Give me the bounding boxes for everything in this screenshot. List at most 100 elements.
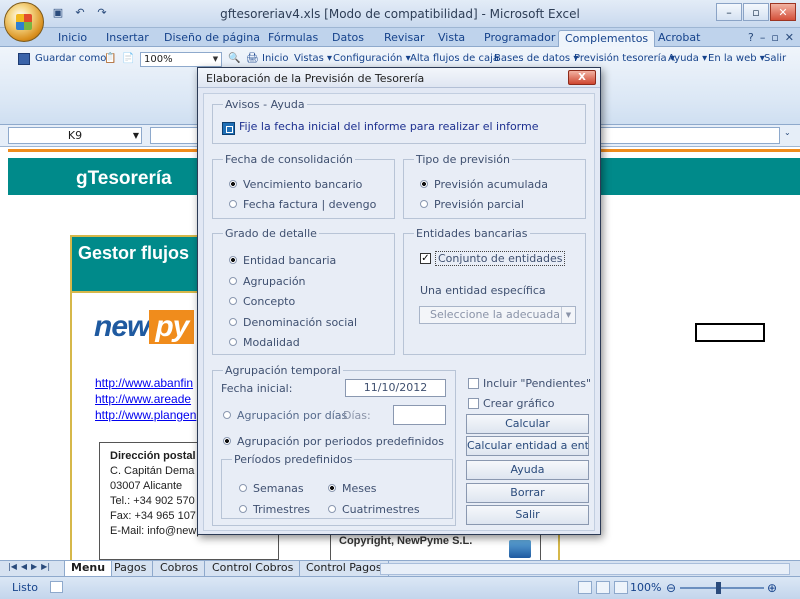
tab-datos[interactable]: Datos <box>326 30 370 47</box>
page-break-icon[interactable] <box>614 581 628 594</box>
zoom-slider-thumb[interactable] <box>716 582 721 594</box>
radio-periodos-predefinidos[interactable]: Agrupación por periodos predefinidos <box>223 435 444 448</box>
page-layout-icon[interactable] <box>596 581 610 594</box>
first-sheet-icon[interactable]: |◀ <box>8 562 17 571</box>
menu-alta-flujos[interactable]: Alta flujos de caja <box>410 53 499 64</box>
entidad-combo[interactable]: Seleccione la adecuada ▼ <box>419 306 576 324</box>
prev-sheet-icon[interactable]: ◀ <box>21 562 27 571</box>
group-avisos-title: Avisos - Ayuda <box>223 98 307 111</box>
next-sheet-icon[interactable]: ▶ <box>31 562 37 571</box>
checkbox-crear-grafico[interactable]: Crear gráfico <box>468 397 554 410</box>
zoom-slider[interactable] <box>680 587 764 589</box>
book-icon[interactable] <box>509 540 531 558</box>
radio-entidad-bancaria[interactable]: Entidad bancaria <box>229 254 336 267</box>
menu-bases-datos[interactable]: Bases de datos ▾ <box>494 53 578 64</box>
link-abanfin[interactable]: http://www.abanfin <box>95 376 193 390</box>
name-box[interactable]: K9 ▼ <box>8 127 142 144</box>
tab-acrobat[interactable]: Acrobat <box>652 30 706 47</box>
link-areade[interactable]: http://www.areade <box>95 392 191 406</box>
dias-input[interactable] <box>393 405 446 425</box>
copy-icon[interactable]: 📄 <box>122 53 134 64</box>
menu-salir[interactable]: Salir <box>764 53 786 64</box>
radio-prevision-acumulada[interactable]: Previsión acumulada <box>420 178 548 191</box>
sheet-tab-pagos[interactable]: Pagos <box>108 561 154 576</box>
macro-record-icon[interactable] <box>50 581 63 593</box>
zoom-combo[interactable]: 100% ▼ <box>140 52 222 67</box>
tab-revisar[interactable]: Revisar <box>378 30 430 47</box>
tab-diseno-pagina[interactable]: Diseño de página <box>158 30 266 47</box>
zoom-in-icon[interactable]: ⊕ <box>767 581 777 595</box>
radio-modalidad[interactable]: Modalidad <box>229 336 300 349</box>
tab-complementos[interactable]: Complementos <box>558 30 656 47</box>
find-icon[interactable]: 🔍 <box>228 53 240 64</box>
office-button[interactable] <box>4 2 44 42</box>
close-button[interactable]: ✕ <box>770 3 796 21</box>
ribbon-minimize-icon[interactable]: – <box>760 31 766 44</box>
dias-label: Días: <box>343 409 371 422</box>
tab-vista[interactable]: Vista <box>432 30 471 47</box>
active-cell[interactable] <box>695 323 765 342</box>
title-bar: ▣ ↶ ↷ gftesoreriav4.xls [Modo de compati… <box>0 0 800 42</box>
address-line: E-Mail: info@newp <box>110 525 203 537</box>
menu-prevision[interactable]: Previsión tesorería ▾ <box>574 53 675 64</box>
help-icon[interactable]: ? <box>748 31 754 44</box>
group-entidades-title: Entidades bancarias <box>414 227 530 240</box>
zoom-out-icon[interactable]: ⊖ <box>666 581 676 595</box>
radio-agrupacion[interactable]: Agrupación <box>229 275 306 288</box>
group-agrupacion-temporal: Agrupación temporal Fecha inicial: 11/10… <box>212 364 456 526</box>
zoom-level[interactable]: 100% <box>630 581 661 594</box>
ribbon-close-icon[interactable]: ✕ <box>785 31 794 44</box>
minimize-button[interactable]: – <box>716 3 742 21</box>
radio-semanas[interactable]: Semanas <box>239 482 304 495</box>
radio-prevision-parcial[interactable]: Previsión parcial <box>420 198 524 211</box>
radio-cuatrimestres[interactable]: Cuatrimestres <box>328 503 420 516</box>
horizontal-scrollbar[interactable] <box>380 563 790 575</box>
calcular-button[interactable]: Calcular <box>466 414 589 434</box>
address-line: Fax: +34 965 107 <box>110 510 196 522</box>
address-line: Tel.: +34 902 570 <box>110 495 195 507</box>
tab-formulas[interactable]: Fórmulas <box>262 30 324 47</box>
sheet-tab-cobros[interactable]: Cobros <box>154 561 206 576</box>
gestor-banner: Gestor flujos <box>70 235 202 293</box>
expand-formula-icon[interactable]: ⌄ <box>784 128 794 143</box>
menu-vistas[interactable]: Vistas ▾ <box>294 53 332 64</box>
radio-fecha-factura[interactable]: Fecha factura | devengo <box>229 198 376 211</box>
tab-insertar[interactable]: Insertar <box>100 30 155 47</box>
last-sheet-icon[interactable]: ▶| <box>41 562 50 571</box>
sheet-tab-menu[interactable]: Menu <box>64 561 113 576</box>
newpyme-logo: new py <box>94 310 195 344</box>
dialog-close-button[interactable]: X <box>568 70 596 85</box>
borrar-button[interactable]: Borrar <box>466 483 589 503</box>
print-icon[interactable]: 🖨 <box>246 53 259 64</box>
radio-denominacion-social[interactable]: Denominación social <box>229 316 357 329</box>
brand-title: gTesorería <box>76 168 172 189</box>
save-as-button[interactable]: Guardar como <box>35 53 106 64</box>
radio-vencimiento-bancario[interactable]: Vencimiento bancario <box>229 178 362 191</box>
radio-agrupacion-dias[interactable]: Agrupación por días <box>223 409 347 422</box>
ayuda-button[interactable]: Ayuda <box>466 460 589 480</box>
salir-button[interactable]: Salir <box>466 505 589 525</box>
menu-en-la-web[interactable]: En la web ▾ <box>708 53 765 64</box>
radio-concepto[interactable]: Concepto <box>229 295 295 308</box>
ribbon-restore-icon[interactable]: ▫ <box>771 31 778 44</box>
save-as-icon[interactable] <box>18 53 30 65</box>
normal-view-icon[interactable] <box>578 581 592 594</box>
link-plangen[interactable]: http://www.plangen <box>95 408 196 422</box>
fecha-inicial-label: Fecha inicial: <box>221 382 293 395</box>
checkbox-incluir-pendientes[interactable]: Incluir "Pendientes" <box>468 377 591 390</box>
fecha-inicial-input[interactable]: 11/10/2012 <box>345 379 446 397</box>
calcular-entidad-button[interactable]: Calcular entidad a entidad <box>466 436 589 456</box>
menu-configuracion[interactable]: Configuración ▾ <box>333 53 411 64</box>
tab-inicio[interactable]: Inicio <box>52 30 93 47</box>
maximize-button[interactable]: ▫ <box>743 3 769 21</box>
status-ready: Listo <box>12 581 38 594</box>
paste-icon[interactable]: 📋 <box>104 53 116 64</box>
menu-ayuda[interactable]: Ayuda ▾ <box>668 53 707 64</box>
radio-meses[interactable]: Meses <box>328 482 377 495</box>
tab-programador[interactable]: Programador <box>478 30 561 47</box>
menu-inicio[interactable]: Inicio <box>262 53 288 64</box>
sheet-tab-control-pagos[interactable]: Control Pagos <box>300 561 389 576</box>
sheet-tab-control-cobros[interactable]: Control Cobros <box>206 561 301 576</box>
checkbox-conjunto-entidades[interactable]: Conjunto de entidades <box>420 251 566 266</box>
radio-trimestres[interactable]: Trimestres <box>239 503 310 516</box>
